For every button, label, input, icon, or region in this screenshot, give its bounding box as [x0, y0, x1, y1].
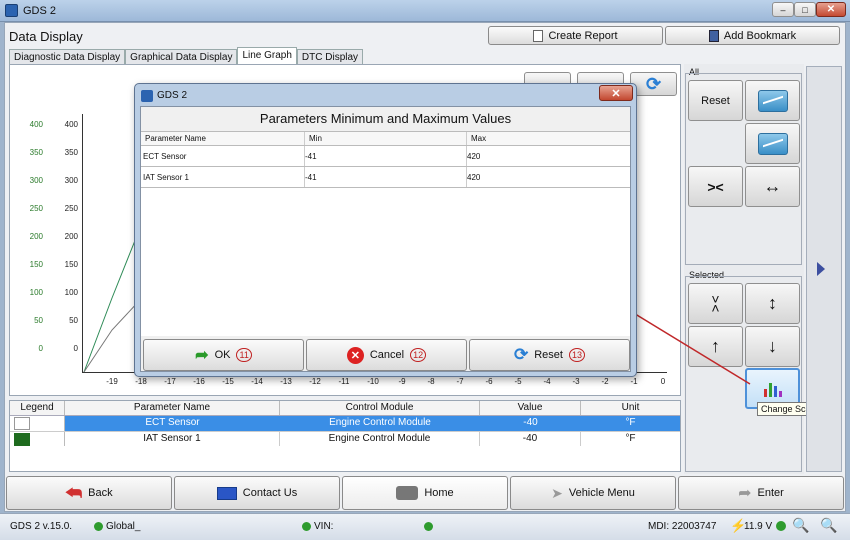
table-row[interactable]: ECT Sensor Engine Control Module -40 °F — [10, 416, 680, 431]
table-row[interactable]: IAT Sensor 1 Engine Control Module -40 °… — [10, 431, 680, 446]
expand-horizontal-button[interactable]: ↔ — [745, 166, 800, 207]
unit-cell: °F — [581, 416, 680, 431]
status-dot — [94, 522, 103, 531]
reset-button[interactable]: ⟳ Reset 13 — [469, 339, 630, 371]
max-input[interactable]: 420 — [467, 167, 630, 187]
min-input[interactable]: -41 — [305, 146, 467, 166]
min-input[interactable]: -41 — [305, 167, 467, 187]
envelope-icon — [216, 486, 237, 500]
connection-icon — [776, 521, 786, 531]
compress-vertical-button[interactable]: ˅ ˄ — [688, 283, 743, 324]
enter-button[interactable]: ➦ Enter — [678, 476, 844, 510]
global-text: Global_ — [106, 521, 141, 532]
status-dot — [424, 522, 433, 531]
green-arrow-icon: ➦ — [195, 347, 209, 364]
max-input[interactable]: 420 — [467, 146, 630, 166]
back-button[interactable]: ⮪ Back — [6, 476, 172, 510]
compress-vertical-icon: ˅ ˄ — [711, 290, 720, 316]
home-icon — [396, 486, 419, 500]
value-cell: -40 — [480, 432, 581, 446]
bottom-nav: ⮪ Back Contact Us Home ➤ Vehicle Menu ➦ … — [4, 474, 846, 512]
col-unit: Unit — [621, 402, 640, 413]
table-row[interactable]: IAT Sensor 1 -41 420 — [141, 167, 630, 188]
min-max-table-header: Parameter Name Min Max — [141, 132, 630, 146]
cancel-button[interactable]: ✕ Cancel 12 — [306, 339, 467, 371]
param-name-cell: ECT Sensor — [141, 146, 305, 166]
vehicle-menu-icon: ➤ — [551, 484, 563, 501]
dialog-heading: Parameters Minimum and Maximum Values — [259, 111, 512, 126]
table-row[interactable]: ECT Sensor -41 420 — [141, 146, 630, 167]
cancel-x-icon: ✕ — [346, 346, 364, 364]
col-control-module: Control Module — [280, 401, 480, 415]
zoom-out-icon[interactable]: 🔍 — [792, 517, 809, 534]
parameter-name-cell: IAT Sensor 1 — [65, 432, 280, 446]
voltage-text: 11.9 V — [744, 521, 773, 532]
vehicle-menu-button[interactable]: ➤ Vehicle Menu — [510, 476, 676, 510]
legend-swatch — [10, 416, 65, 431]
col-legend: Legend — [10, 401, 65, 415]
value-cell: -40 — [480, 416, 581, 431]
home-button[interactable]: Home — [342, 476, 508, 510]
min-max-table: Parameter Name Min Max ECT Sensor -41 42… — [141, 131, 630, 336]
control-module-cell: Engine Control Module — [280, 416, 480, 431]
ok-callout-number: 11 — [236, 348, 252, 362]
contact-us-button[interactable]: Contact Us — [174, 476, 340, 510]
mdi-text: MDI: 22003747 — [648, 521, 717, 532]
dialog-icon — [141, 90, 153, 102]
move-up-button[interactable]: ↑ — [688, 326, 743, 367]
scale-icon — [757, 89, 788, 112]
ok-button[interactable]: ➦ OK 11 — [143, 339, 304, 371]
ect-series-line — [83, 237, 137, 373]
refresh-icon: ⟳ — [513, 345, 529, 364]
zoom-in-icon[interactable]: 🔍 — [820, 517, 837, 534]
reset-all-button[interactable]: Reset — [688, 80, 743, 121]
enter-arrow-icon: ➦ — [738, 485, 752, 502]
param-name-cell: IAT Sensor 1 — [141, 167, 305, 187]
move-down-button[interactable]: ↓ — [745, 326, 800, 367]
vin-text: VIN: — [314, 521, 334, 532]
dialog-title: GDS 2 — [157, 90, 188, 101]
expand-panel-arrow[interactable] — [817, 262, 825, 276]
reset-callout-number: 13 — [568, 348, 585, 362]
cancel-callout-number: 12 — [410, 348, 427, 362]
col-parameter-name: Parameter Name — [65, 401, 280, 415]
iat-series-line — [83, 299, 141, 373]
status-bar: GDS 2 v.15.0. Global_ VIN: MDI: 22003747… — [0, 513, 850, 540]
version-text: GDS 2 v.15.0. — [10, 521, 73, 532]
fit-icon — [757, 132, 788, 155]
control-module-cell: Engine Control Module — [280, 432, 480, 446]
dialog-body: Parameters Minimum and Maximum Values Pa… — [140, 106, 631, 372]
expand-vertical-button[interactable]: ↕ — [745, 283, 800, 324]
bar-chart-icon — [763, 381, 782, 397]
legend-table-header: Legend Parameter Name Control Module Val… — [10, 401, 680, 416]
min-max-dialog: GDS 2 ✕ Parameters Minimum and Maximum V… — [134, 83, 637, 377]
legend-table: Legend Parameter Name Control Module Val… — [9, 400, 681, 472]
back-arrow-icon: ⮪ — [65, 482, 83, 503]
compress-horizontal-button[interactable]: >< — [688, 166, 743, 207]
scale-all-button[interactable] — [745, 80, 800, 121]
legend-swatch — [10, 432, 65, 446]
fit-all-button[interactable] — [745, 123, 800, 164]
unit-cell: °F — [625, 433, 636, 444]
parameter-name-cell: ECT Sensor — [65, 416, 280, 431]
status-dot — [302, 522, 311, 531]
col-value: Value — [480, 401, 581, 415]
dialog-close-button[interactable]: ✕ — [599, 85, 633, 101]
